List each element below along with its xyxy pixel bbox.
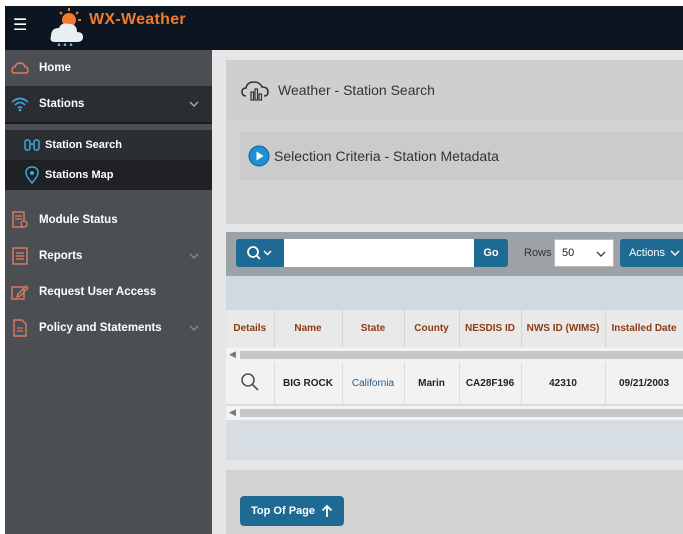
top-of-page-button[interactable]: Top Of Page (240, 496, 344, 526)
sidebar-subitem-label: Station Search (45, 139, 123, 151)
sidebar-item-policy-and-statements[interactable]: Policy and Statements (5, 310, 212, 346)
main-content: Weather - Station Search Selection Crite… (212, 50, 683, 534)
column-header-nws-id[interactable]: NWS ID (WIMS) (521, 310, 606, 349)
sidebar-item-label: Stations (39, 98, 85, 110)
sidebar-item-request-user-access[interactable]: Request User Access (5, 274, 212, 310)
chevron-down-icon (670, 250, 680, 256)
actions-menu-button[interactable]: Actions (620, 239, 683, 267)
play-icon (248, 145, 270, 167)
cell-nesdis-id: CA28F196 (459, 362, 522, 404)
column-header-details[interactable]: Details (226, 310, 275, 349)
page-title: Weather - Station Search (278, 82, 435, 98)
body-scrollbar[interactable]: ◀ (226, 406, 683, 420)
selection-criteria-toggle[interactable]: Selection Criteria - Station Metadata (240, 132, 683, 180)
sidebar-subitem-station-search[interactable]: Station Search (5, 130, 212, 160)
cloud-chart-icon (241, 81, 269, 101)
sidebar-item-reports[interactable]: Reports (5, 238, 212, 274)
column-header-installed-date[interactable]: Installed Date (605, 310, 683, 349)
cell-state: California (342, 362, 405, 404)
status-icon (11, 211, 29, 229)
cell-county: Marin (404, 362, 460, 404)
sidebar-item-label: Home (39, 62, 71, 74)
selection-criteria-title: Selection Criteria - Station Metadata (274, 148, 499, 164)
station-table: Details Name State County NESDIS ID NWS … (226, 310, 683, 349)
rows-label: Rows (524, 247, 552, 259)
header-scrollbar[interactable]: ◀ (226, 348, 683, 362)
search-header-region: Weather - Station Search Selection Crite… (226, 60, 683, 224)
sidebar-item-home[interactable]: Home (5, 50, 212, 86)
sidebar-item-stations[interactable]: Stations (5, 86, 212, 122)
details-cell[interactable] (226, 362, 275, 404)
rows-select[interactable]: 50 (554, 239, 614, 267)
station-table-body: BIG ROCK California Marin CA28F196 42310… (226, 362, 683, 404)
wifi-icon (11, 95, 29, 113)
app-title: WX-Weather (89, 11, 186, 28)
top-of-page-label: Top Of Page (251, 505, 315, 517)
sidebar-item-label: Module Status (39, 214, 118, 226)
column-header-county[interactable]: County (404, 310, 460, 349)
cell-installed-date: 09/21/2003 (605, 362, 683, 404)
column-header-nesdis-id[interactable]: NESDIS ID (459, 310, 522, 349)
rows-select-value: 50 (562, 247, 575, 259)
column-header-name[interactable]: Name (274, 310, 343, 349)
divider (5, 122, 212, 124)
arrow-up-icon (321, 504, 333, 517)
go-button[interactable]: Go (474, 239, 508, 267)
report-toolbar: Go Rows 50 Actions (226, 232, 683, 276)
top-bar: ☰ WX-Weather (5, 6, 683, 50)
chevron-down-icon (189, 253, 199, 259)
edit-icon (11, 283, 29, 301)
actions-label: Actions (628, 247, 666, 259)
sidebar-subitem-stations-map[interactable]: Stations Map (5, 160, 212, 190)
sidebar-item-module-status[interactable]: Module Status (5, 202, 212, 238)
sidebar-item-label: Reports (39, 250, 83, 262)
cell-nws-id: 42310 (521, 362, 606, 404)
scroll-left-icon[interactable]: ◀ (229, 349, 236, 360)
chevron-down-icon (596, 251, 606, 257)
document-icon (11, 319, 29, 337)
search-column-button[interactable] (236, 239, 284, 267)
weather-logo-icon (50, 8, 83, 46)
scrollbar-thumb[interactable] (240, 351, 683, 359)
table-header-row: Details Name State County NESDIS ID NWS … (226, 310, 683, 349)
map-pin-icon (23, 166, 41, 184)
list-icon (11, 247, 29, 265)
sidebar: Home Stations Station Search Stations Ma… (5, 50, 212, 534)
cloud-icon (11, 59, 29, 77)
chevron-down-icon (189, 101, 199, 107)
column-header-state[interactable]: State (342, 310, 405, 349)
sidebar-item-label: Request User Access (39, 286, 157, 298)
page-title-bar: Weather - Station Search (226, 60, 683, 120)
binoculars-icon (23, 136, 41, 154)
report-header-band (226, 276, 683, 310)
scrollbar-thumb[interactable] (240, 409, 683, 417)
station-report: Details Name State County NESDIS ID NWS … (226, 276, 683, 460)
magnifier-icon[interactable] (240, 372, 260, 392)
scroll-left-icon[interactable]: ◀ (229, 407, 236, 418)
search-icon (247, 246, 272, 260)
chevron-down-icon (189, 325, 199, 331)
footer-region: Top Of Page (226, 470, 683, 534)
table-row: BIG ROCK California Marin CA28F196 42310… (226, 362, 683, 404)
search-input[interactable] (284, 239, 474, 267)
hamburger-menu-icon[interactable]: ☰ (13, 16, 33, 36)
app-frame: ☰ WX-Weather Home Stations Station Searc… (5, 6, 683, 534)
cell-name: BIG ROCK (274, 362, 343, 404)
sidebar-subitem-label: Stations Map (45, 169, 114, 181)
sidebar-item-label: Policy and Statements (39, 322, 162, 334)
